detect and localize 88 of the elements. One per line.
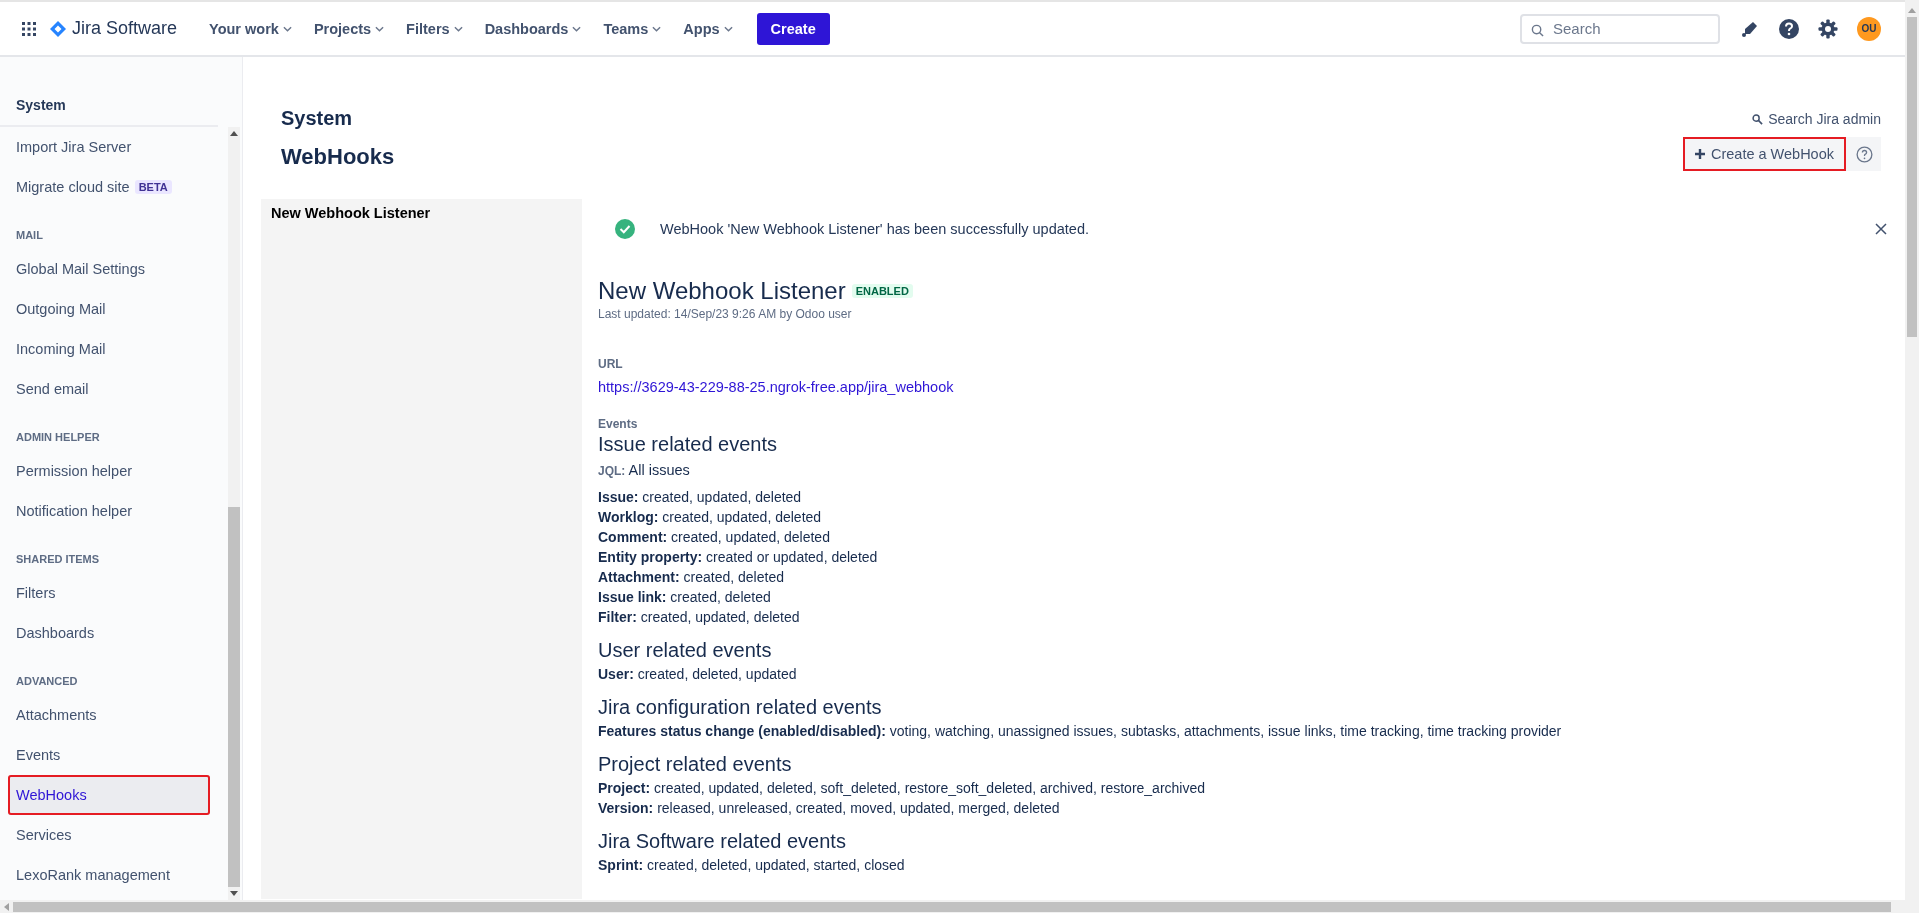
search-field[interactable]: Search [1520, 13, 1720, 44]
listener-item[interactable]: New Webhook Listener [261, 199, 582, 227]
status-lozenge: ENABLED [851, 284, 913, 298]
user-avatar[interactable]: OU [1857, 16, 1881, 41]
page-scrollbar[interactable] [1905, 0, 1919, 913]
scroll-up-icon[interactable] [230, 131, 238, 136]
create-webhook-button[interactable]: Create a WebHook [1682, 137, 1846, 171]
url-label: URL [598, 357, 624, 371]
help-icon [1856, 145, 1873, 163]
jql-value: All issues [628, 462, 690, 478]
sidebar-item[interactable]: Send email [8, 369, 220, 409]
event-line: Comment: created, updated, deleted [598, 528, 831, 547]
scrollbar[interactable] [228, 127, 240, 900]
event-group-heading: User related events [598, 639, 773, 662]
chevron-down-icon [375, 25, 385, 32]
search-icon [1531, 23, 1544, 37]
event-group-heading: Jira Software related events [598, 830, 847, 853]
sidebar-heading: MAIL [15, 228, 44, 243]
event-line: Worklog: created, updated, deleted [598, 508, 823, 527]
scrollbar-thumb[interactable] [228, 507, 240, 887]
sidebar-item[interactable]: Attachments [8, 695, 220, 735]
scrollbar-thumb[interactable] [13, 901, 1891, 912]
sidebar-item[interactable]: Filters [8, 573, 220, 613]
event-line: Attachment: created, deleted [598, 568, 785, 587]
success-message: WebHook 'New Webhook Listener' has been successfully updated. [660, 221, 1090, 237]
event-group-heading: Issue related events [598, 433, 778, 456]
chevron-down-icon [282, 25, 292, 32]
nav-menu[interactable]: Apps [677, 20, 739, 37]
event-line: User: created, deleted, updated [598, 665, 798, 684]
event-group-heading: Project related events [598, 753, 793, 776]
search-icon [1752, 113, 1764, 125]
jql-label: JQL: [598, 464, 626, 478]
product-name[interactable]: Jira Software [72, 18, 178, 39]
event-line: Entity property: created or updated, deleted [598, 548, 879, 567]
sidebar-item[interactable]: Services [8, 815, 220, 855]
logo-icon [50, 20, 66, 37]
search-admin-link[interactable]: Search Jira admin [1752, 111, 1881, 127]
chevron-down-icon [572, 25, 582, 32]
sidebar-item[interactable]: WebHooks [8, 775, 210, 815]
event-line: Project: created, updated, deleted, soft_deleted, restore_soft_deleted, archived, restore_archived [598, 779, 1207, 798]
sidebar-item[interactable]: Import Jira Server [8, 127, 220, 167]
sidebar-item[interactable]: Notification helper [8, 491, 220, 531]
sidebar-item[interactable]: Global Mail Settings [8, 249, 220, 289]
settings-icon[interactable] [1818, 18, 1838, 39]
nav-menu[interactable]: Filters [400, 20, 469, 37]
last-updated: Last updated: 14/Sep/23 9:26 AM by Odoo user [598, 307, 853, 321]
success-icon [615, 219, 635, 239]
sidebar-title: System [0, 57, 218, 127]
horizontal-scrollbar[interactable] [0, 900, 1905, 913]
page-breadcrumb: System [281, 107, 354, 130]
scrollbar-thumb[interactable] [1907, 17, 1917, 337]
sidebar-item[interactable]: LexoRank management [8, 855, 220, 895]
event-line: Features status change (enabled/disabled): voting, watching, unassigned issues, subtasks, attachments, issue links, time tracking, time tracking provider [598, 722, 1563, 741]
sidebar-item-label: Migrate cloud site [16, 179, 130, 195]
webhook-name: New Webhook Listener [598, 277, 846, 305]
sidebar-heading: ADVANCED [15, 674, 79, 689]
beta-badge: BETA [134, 180, 172, 194]
create-button[interactable]: Create [756, 12, 830, 45]
nav-menu[interactable]: Your work [203, 20, 298, 37]
sidebar-item[interactable]: Incoming Mail [8, 329, 220, 369]
chevron-down-icon [723, 25, 733, 32]
sidebar-heading: SHARED ITEMS [15, 552, 101, 567]
event-line: Filter: created, updated, deleted [598, 608, 801, 627]
event-line: Version: released, unreleased, created, moved, updated, merged, deleted [598, 799, 1061, 818]
plus-icon [1694, 149, 1705, 159]
nav-menu[interactable]: Dashboards [478, 20, 588, 37]
sidebar-item[interactable]: Permission helper [8, 451, 220, 491]
event-group-heading: Jira configuration related events [598, 696, 883, 719]
scroll-down-icon[interactable] [230, 891, 238, 896]
event-line: Issue: created, updated, deleted [598, 488, 803, 507]
close-icon[interactable] [1875, 223, 1887, 235]
sidebar-item[interactable]: Migrate cloud site BETA [8, 167, 220, 207]
sidebar-heading: ADMIN HELPER [15, 430, 101, 445]
nav-menu[interactable]: Teams [597, 20, 668, 37]
events-label: Events [598, 417, 639, 431]
sidebar-item[interactable]: Dashboards [8, 613, 220, 653]
sidebar-item[interactable]: Events [8, 735, 220, 775]
nav-menu[interactable]: Projects [307, 20, 391, 37]
event-line: Issue link: created, deleted [598, 588, 772, 607]
scroll-left-icon[interactable] [4, 902, 9, 911]
help-icon[interactable] [1779, 18, 1799, 39]
chevron-down-icon [453, 25, 463, 32]
page-title: WebHooks [281, 144, 395, 170]
event-line: Sprint: created, deleted, updated, started, closed [598, 856, 906, 875]
webhook-url-link[interactable]: https://3629-43-229-88-25.ngrok-free.app/jira_webhook [598, 379, 1887, 395]
sidebar-item[interactable]: Outgoing Mail [8, 289, 220, 329]
app-grid-icon[interactable] [22, 21, 36, 36]
chevron-down-icon [652, 25, 662, 32]
